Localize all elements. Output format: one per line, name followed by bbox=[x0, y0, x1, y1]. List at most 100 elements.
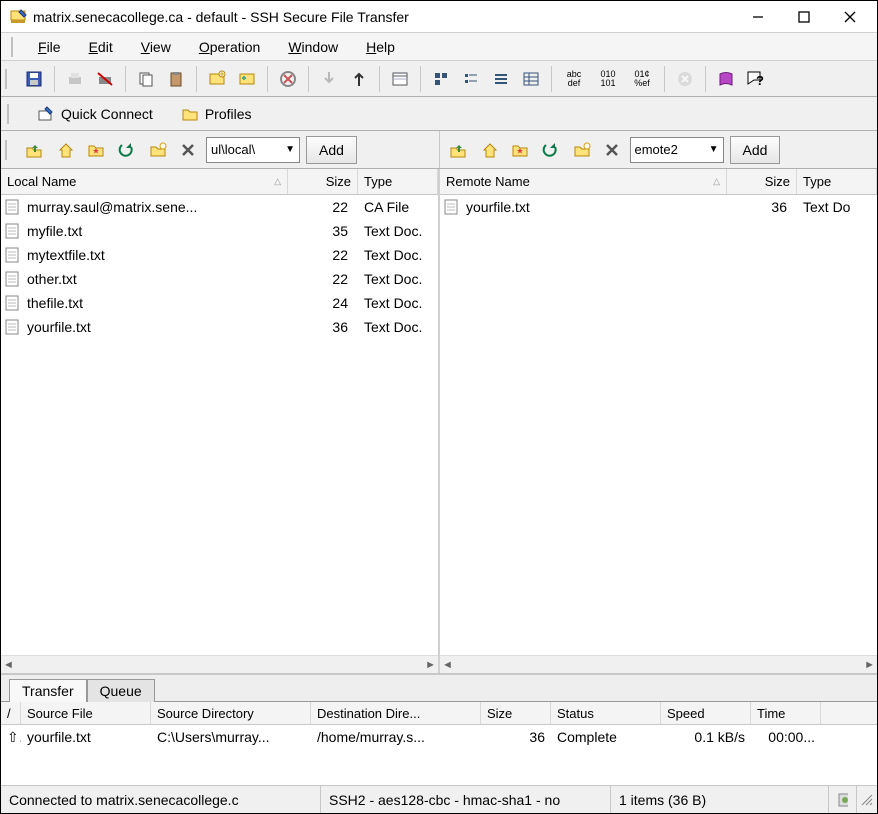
remote-scrollbar[interactable]: ◄► bbox=[440, 655, 877, 673]
col-remote-name[interactable]: Remote Name △ bbox=[440, 169, 727, 194]
favorites-icon[interactable] bbox=[82, 136, 110, 164]
transfer-panel: Transfer Queue / Source File Source Dire… bbox=[1, 673, 877, 785]
file-name: thefile.txt bbox=[27, 295, 288, 311]
print-preview-icon[interactable] bbox=[91, 65, 119, 93]
col-source-file[interactable]: Source File bbox=[21, 702, 151, 724]
dropdown-arrow-icon[interactable]: ▼ bbox=[707, 144, 721, 155]
file-row[interactable]: murray.saul@matrix.sene...22CA File bbox=[1, 195, 438, 219]
col-status[interactable]: Status bbox=[551, 702, 661, 724]
file-row[interactable]: yourfile.txt36Text Doc. bbox=[1, 315, 438, 339]
folder-icon bbox=[181, 105, 199, 123]
upload-icon[interactable] bbox=[345, 65, 373, 93]
status-connection: Connected to matrix.senecacollege.c bbox=[1, 786, 321, 813]
col-dest-dir[interactable]: Destination Dire... bbox=[311, 702, 481, 724]
print-icon[interactable] bbox=[61, 65, 89, 93]
transfer-speed: 0.1 kB/s bbox=[661, 729, 751, 745]
col-remote-size[interactable]: Size bbox=[727, 169, 797, 194]
stop-icon[interactable] bbox=[671, 65, 699, 93]
transfer-row[interactable]: ⇧yourfile.txtC:\Users\murray.../home/mur… bbox=[1, 725, 877, 749]
col-local-name[interactable]: Local Name △ bbox=[1, 169, 288, 194]
col-direction[interactable]: / bbox=[1, 702, 21, 724]
col-source-dir[interactable]: Source Directory bbox=[151, 702, 311, 724]
small-icons-icon[interactable] bbox=[457, 65, 485, 93]
col-speed[interactable]: Speed bbox=[661, 702, 751, 724]
file-row[interactable]: yourfile.txt36Text Do bbox=[440, 195, 877, 219]
disconnect-icon[interactable] bbox=[274, 65, 302, 93]
favorites-icon[interactable] bbox=[506, 136, 534, 164]
file-icon bbox=[5, 271, 23, 287]
menu-operation[interactable]: Operation bbox=[185, 36, 274, 58]
file-size: 36 bbox=[727, 199, 797, 215]
list-view-icon[interactable] bbox=[487, 65, 515, 93]
maximize-button[interactable] bbox=[781, 2, 827, 32]
tab-transfer[interactable]: Transfer bbox=[9, 679, 87, 702]
details-icon[interactable] bbox=[517, 65, 545, 93]
menu-view[interactable]: View bbox=[127, 36, 185, 58]
remote-add-button[interactable]: Add bbox=[730, 136, 781, 164]
menu-file[interactable]: File bbox=[24, 36, 75, 58]
help-book-icon[interactable] bbox=[712, 65, 740, 93]
file-size: 24 bbox=[288, 295, 358, 311]
delete-icon[interactable] bbox=[598, 136, 626, 164]
profiles-button[interactable]: Profiles bbox=[170, 100, 263, 128]
delete-icon[interactable] bbox=[174, 136, 202, 164]
local-add-button[interactable]: Add bbox=[306, 136, 357, 164]
toolbar-grip[interactable] bbox=[5, 140, 10, 160]
remote-path-combo[interactable]: emote2 ▼ bbox=[630, 137, 724, 163]
file-row[interactable]: myfile.txt35Text Doc. bbox=[1, 219, 438, 243]
transfer-list[interactable]: ⇧yourfile.txtC:\Users\murray.../home/mur… bbox=[1, 725, 877, 785]
whats-this-icon[interactable]: ? bbox=[742, 65, 770, 93]
toolbar-grip[interactable] bbox=[5, 69, 10, 89]
download-icon[interactable] bbox=[315, 65, 343, 93]
local-nav: ul\local\ ▼ Add bbox=[1, 131, 439, 168]
local-path-combo[interactable]: ul\local\ ▼ bbox=[206, 137, 300, 163]
col-remote-type[interactable]: Type bbox=[797, 169, 877, 194]
quick-connect-button[interactable]: Quick Connect bbox=[26, 100, 164, 128]
large-icons-icon[interactable] bbox=[427, 65, 455, 93]
toolbar-grip[interactable] bbox=[7, 104, 12, 124]
col-time[interactable]: Time bbox=[751, 702, 821, 724]
new-terminal-icon[interactable] bbox=[203, 65, 231, 93]
file-type: Text Doc. bbox=[358, 319, 438, 335]
local-column-headers: Local Name △ Size Type bbox=[1, 169, 438, 195]
file-name: murray.saul@matrix.sene... bbox=[27, 199, 288, 215]
up-folder-icon[interactable] bbox=[444, 136, 472, 164]
toolbar-grip[interactable] bbox=[11, 37, 16, 57]
binary-mode-icon[interactable]: 010101 bbox=[592, 65, 624, 93]
minimize-button[interactable] bbox=[735, 2, 781, 32]
resize-grip[interactable] bbox=[857, 793, 877, 807]
transfer-source-dir: C:\Users\murray... bbox=[151, 729, 311, 745]
file-name: yourfile.txt bbox=[27, 319, 288, 335]
col-local-type[interactable]: Type bbox=[358, 169, 438, 194]
remote-column-headers: Remote Name △ Size Type bbox=[440, 169, 877, 195]
menu-edit[interactable]: Edit bbox=[75, 36, 127, 58]
home-icon[interactable] bbox=[52, 136, 80, 164]
local-file-list[interactable]: murray.saul@matrix.sene...22CA Filemyfil… bbox=[1, 195, 438, 655]
file-row[interactable]: thefile.txt24Text Doc. bbox=[1, 291, 438, 315]
file-row[interactable]: mytextfile.txt22Text Doc. bbox=[1, 243, 438, 267]
home-icon[interactable] bbox=[476, 136, 504, 164]
refresh-icon[interactable] bbox=[112, 136, 140, 164]
col-size[interactable]: Size bbox=[481, 702, 551, 724]
menu-window[interactable]: Window bbox=[274, 36, 352, 58]
new-folder-icon[interactable] bbox=[568, 136, 596, 164]
local-scrollbar[interactable]: ◄► bbox=[1, 655, 438, 673]
refresh-icon[interactable] bbox=[536, 136, 564, 164]
save-icon[interactable] bbox=[20, 65, 48, 93]
col-local-size[interactable]: Size bbox=[288, 169, 358, 194]
ascii-mode-icon[interactable]: abcdef bbox=[558, 65, 590, 93]
tab-queue[interactable]: Queue bbox=[87, 679, 155, 702]
transfer-dest-dir: /home/murray.s... bbox=[311, 729, 481, 745]
close-button[interactable] bbox=[827, 2, 873, 32]
remote-file-list[interactable]: yourfile.txt36Text Do bbox=[440, 195, 877, 655]
copy-icon[interactable] bbox=[132, 65, 160, 93]
auto-mode-icon[interactable]: 01¢%ef bbox=[626, 65, 658, 93]
menu-help[interactable]: Help bbox=[352, 36, 409, 58]
new-folder-icon[interactable] bbox=[144, 136, 172, 164]
details-view-icon[interactable] bbox=[386, 65, 414, 93]
paste-icon[interactable] bbox=[162, 65, 190, 93]
up-folder-icon[interactable] bbox=[20, 136, 48, 164]
file-row[interactable]: other.txt22Text Doc. bbox=[1, 267, 438, 291]
dropdown-arrow-icon[interactable]: ▼ bbox=[283, 144, 297, 155]
new-file-transfer-icon[interactable] bbox=[233, 65, 261, 93]
